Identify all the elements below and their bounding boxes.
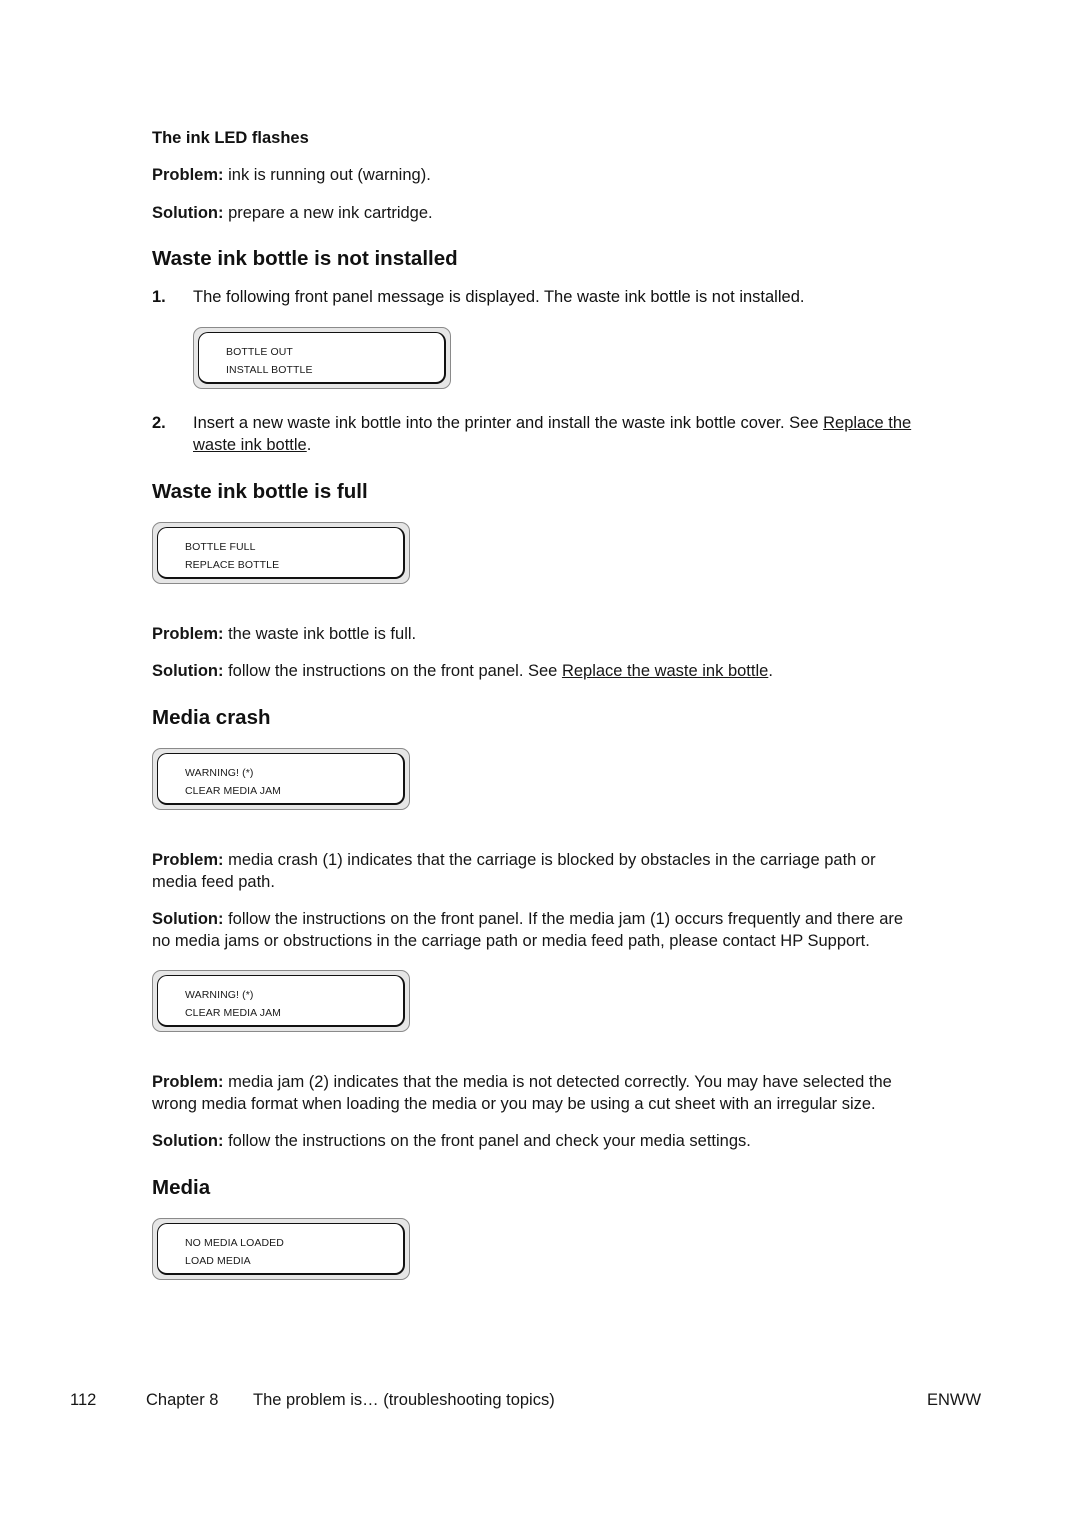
- problem-text-line-2: media feed path.: [152, 873, 275, 891]
- solution-label: Solution:: [152, 662, 224, 680]
- media-crash-solution: Solution: follow the instructions on the…: [152, 908, 1012, 952]
- panel-line-1: NO MEDIA LOADED: [185, 1237, 284, 1249]
- problem-label: Problem:: [152, 1073, 224, 1091]
- problem-text-line-1: media jam (2) indicates that the media i…: [223, 1073, 892, 1091]
- page-number: 112: [70, 1391, 97, 1409]
- full-solution: Solution: follow the instructions on the…: [152, 660, 773, 682]
- solution-text: follow the instructions on the front pan…: [223, 662, 562, 680]
- footer-locale: ENWW: [927, 1391, 982, 1409]
- problem-text-line-1: media crash (1) indicates that the carri…: [223, 851, 876, 869]
- footer-chapter-title: The problem is… (troubleshooting topics): [253, 1391, 555, 1409]
- heading-waste-not-installed: Waste ink bottle is not installed: [152, 247, 458, 270]
- ink-led-problem: Problem: ink is running out (warning).: [152, 164, 431, 186]
- problem-text-line-2: wrong media format when loading the medi…: [152, 1095, 876, 1113]
- solution-text-line-1: follow the instructions on the front pan…: [223, 910, 904, 928]
- step-number-1: 1.: [152, 288, 166, 306]
- panel-line-1: BOTTLE FULL: [185, 541, 256, 553]
- subheading-ink-led: The ink LED flashes: [152, 129, 309, 147]
- replace-waste-ink-bottle-link-cont[interactable]: waste ink bottle: [193, 436, 307, 454]
- heading-media-crash: Media crash: [152, 706, 271, 729]
- step-2-text: Insert a new waste ink bottle into the p…: [193, 412, 993, 456]
- solution-label: Solution:: [152, 204, 224, 222]
- footer-chapter: Chapter 8: [146, 1391, 219, 1409]
- step-number-2: 2.: [152, 414, 166, 432]
- step-2-body: Insert a new waste ink bottle into the p…: [193, 414, 824, 432]
- front-panel-display: NO MEDIA LOADED LOAD MEDIA: [152, 1218, 410, 1280]
- front-panel-display: BOTTLE OUT INSTALL BOTTLE: [193, 327, 451, 389]
- media-jam-problem: Problem: media jam (2) indicates that th…: [152, 1071, 1012, 1115]
- document-page: The ink LED flashes Problem: ink is runn…: [0, 0, 1080, 1529]
- problem-text: the waste ink bottle is full.: [223, 625, 417, 643]
- panel-line-2: REPLACE BOTTLE: [185, 559, 280, 571]
- heading-waste-full: Waste ink bottle is full: [152, 480, 368, 503]
- media-crash-problem: Problem: media crash (1) indicates that …: [152, 849, 992, 893]
- panel-line-1: WARNING! (*): [185, 767, 254, 779]
- front-panel-screen: WARNING! (*) CLEAR MEDIA JAM: [157, 975, 405, 1027]
- heading-media: Media: [152, 1176, 211, 1199]
- problem-label: Problem:: [152, 851, 224, 869]
- replace-waste-ink-bottle-link[interactable]: Replace the: [823, 414, 911, 432]
- solution-label: Solution:: [152, 910, 224, 928]
- step-2-end: .: [306, 436, 312, 454]
- full-problem: Problem: the waste ink bottle is full.: [152, 623, 416, 645]
- panel-line-2: CLEAR MEDIA JAM: [185, 1007, 282, 1019]
- panel-line-2: CLEAR MEDIA JAM: [185, 785, 282, 797]
- front-panel-screen: BOTTLE FULL REPLACE BOTTLE: [157, 527, 405, 579]
- step-1-text: The following front panel message is dis…: [193, 288, 805, 306]
- solution-text: prepare a new ink cartridge.: [223, 204, 433, 222]
- front-panel-display: BOTTLE FULL REPLACE BOTTLE: [152, 522, 410, 584]
- panel-line-2: INSTALL BOTTLE: [226, 364, 313, 376]
- panel-line-2: LOAD MEDIA: [185, 1255, 251, 1267]
- panel-line-1: WARNING! (*): [185, 989, 254, 1001]
- solution-text: follow the instructions on the front pan…: [223, 1132, 751, 1150]
- front-panel-screen: WARNING! (*) CLEAR MEDIA JAM: [157, 753, 405, 805]
- solution-label: Solution:: [152, 1132, 224, 1150]
- problem-text: ink is running out (warning).: [223, 166, 431, 184]
- solution-end: .: [768, 662, 773, 680]
- problem-label: Problem:: [152, 166, 224, 184]
- front-panel-display: WARNING! (*) CLEAR MEDIA JAM: [152, 748, 410, 810]
- front-panel-screen: BOTTLE OUT INSTALL BOTTLE: [198, 332, 446, 384]
- ink-led-solution: Solution: prepare a new ink cartridge.: [152, 202, 433, 224]
- front-panel-display: WARNING! (*) CLEAR MEDIA JAM: [152, 970, 410, 1032]
- replace-waste-ink-bottle-link[interactable]: Replace the waste ink bottle: [562, 662, 768, 680]
- media-jam-solution: Solution: follow the instructions on the…: [152, 1130, 751, 1152]
- solution-text-line-2: no media jams or obstructions in the car…: [152, 932, 870, 950]
- panel-line-1: BOTTLE OUT: [226, 346, 293, 358]
- front-panel-screen: NO MEDIA LOADED LOAD MEDIA: [157, 1223, 405, 1275]
- problem-label: Problem:: [152, 625, 224, 643]
